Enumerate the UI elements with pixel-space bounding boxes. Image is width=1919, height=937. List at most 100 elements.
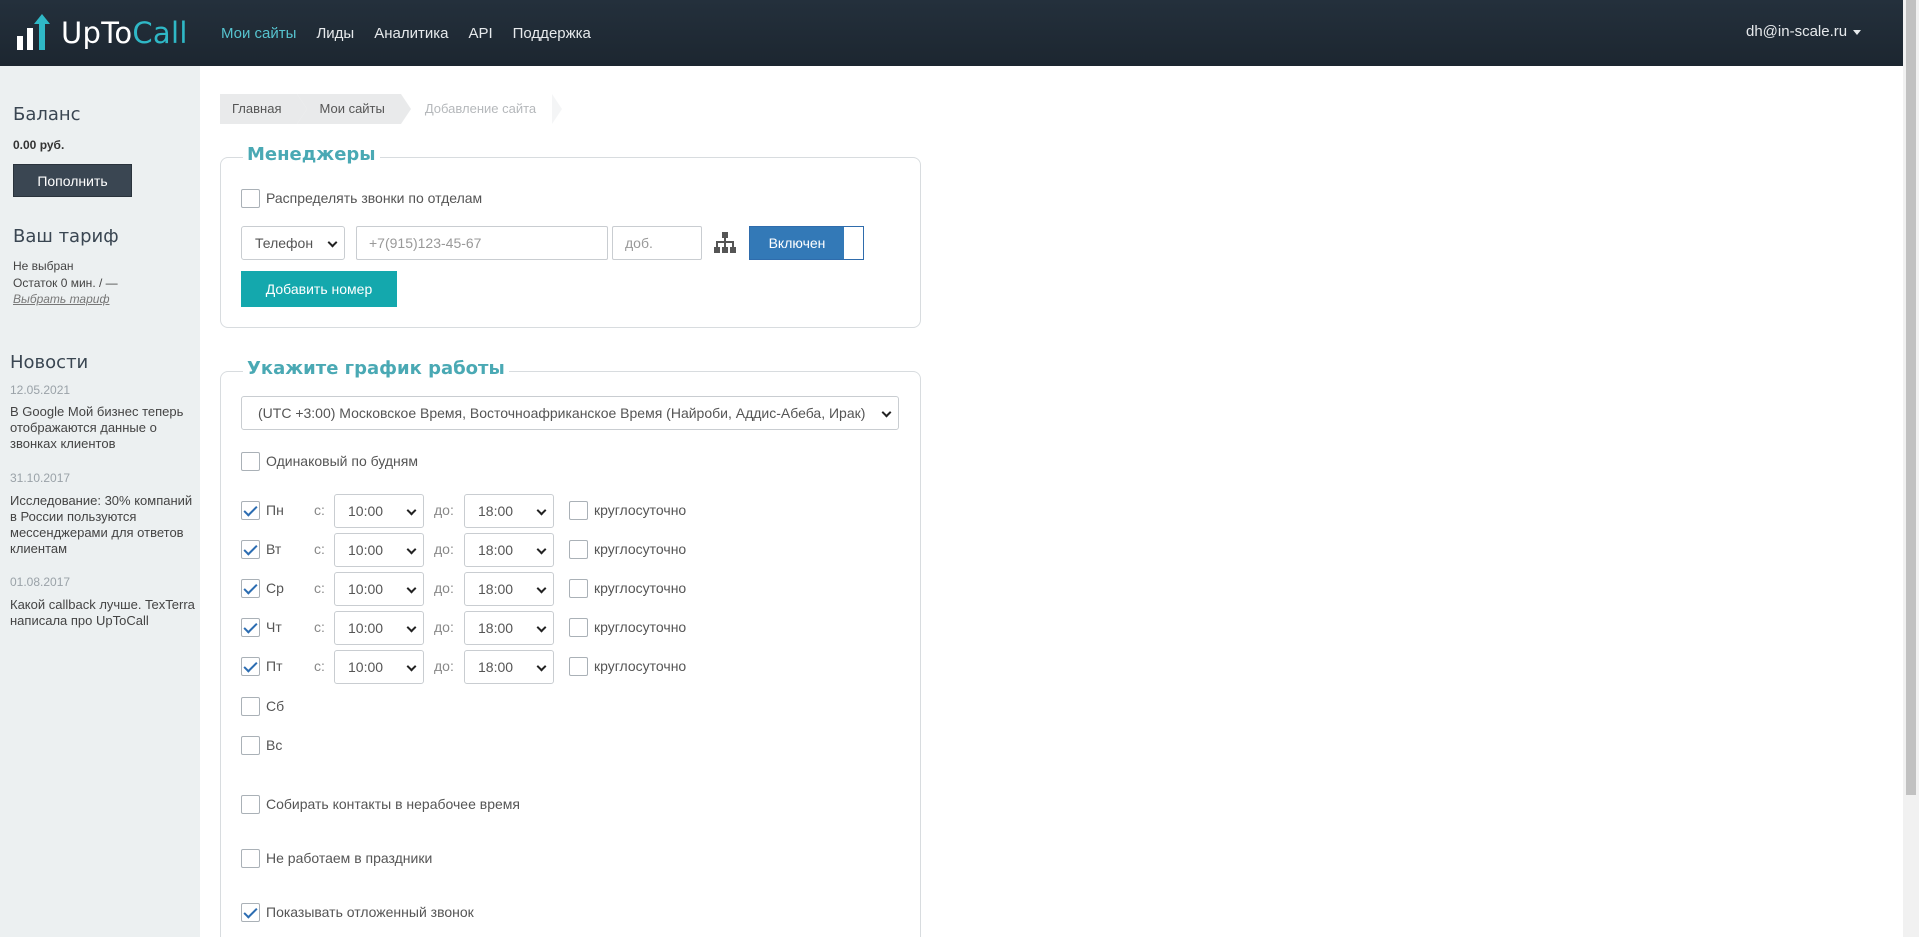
to-time-value: 18:00: [478, 542, 514, 558]
to-time-select[interactable]: 18:00: [464, 572, 554, 606]
phone-input[interactable]: [356, 226, 608, 260]
news-item-link[interactable]: Какой callback лучше. TexTerra написала …: [10, 597, 195, 629]
all-day-checkbox[interactable]: [569, 579, 588, 598]
day-checkbox[interactable]: [241, 501, 260, 520]
from-label: с:: [314, 541, 325, 557]
chevron-down-icon: [881, 407, 892, 418]
to-time-select[interactable]: 18:00: [464, 494, 554, 528]
to-time-value: 18:00: [478, 659, 514, 675]
chevron-down-icon: [406, 583, 417, 594]
tariff-status: Не выбран: [13, 259, 74, 273]
logo[interactable]: UpToCall: [15, 9, 188, 57]
to-time-value: 18:00: [478, 503, 514, 519]
topup-button[interactable]: Пополнить: [13, 164, 132, 197]
day-checkbox[interactable]: [241, 736, 260, 755]
tariff-remaining: Остаток 0 мин. / —: [13, 276, 118, 290]
day-label: Чт: [266, 619, 282, 635]
schedule-title: Укажите график работы: [243, 358, 509, 379]
choose-tariff-link[interactable]: Выбрать тариф: [13, 292, 109, 306]
breadcrumb-current: Добавление сайта: [411, 94, 563, 124]
to-time-value: 18:00: [478, 620, 514, 636]
show-delayed-call-checkbox[interactable]: [241, 903, 260, 922]
top-navbar: UpToCall Мои сайты Лиды Аналитика API По…: [0, 0, 1903, 66]
no-holidays-label: Не работаем в праздники: [266, 850, 433, 866]
to-label: до:: [434, 658, 454, 674]
breadcrumb: Главная Мои сайты Добавление сайта: [220, 94, 563, 124]
day-checkbox[interactable]: [241, 579, 260, 598]
news-item-link[interactable]: Исследование: 30% компаний в России поль…: [10, 493, 195, 557]
scrollbar-thumb[interactable]: [1906, 0, 1916, 795]
extension-input[interactable]: [612, 226, 702, 260]
day-checkbox[interactable]: [241, 657, 260, 676]
chevron-down-icon: [536, 583, 547, 594]
timezone-select[interactable]: (UTC +3:00) Московское Время, Восточноаф…: [241, 396, 899, 430]
chevron-down-icon: [406, 622, 417, 633]
chevron-down-icon: [327, 237, 338, 248]
breadcrumb-home[interactable]: Главная: [220, 94, 309, 124]
chevron-down-icon: [536, 505, 547, 516]
chevron-down-icon: [406, 661, 417, 672]
all-day-label: круглосуточно: [594, 502, 687, 518]
all-day-label: круглосуточно: [594, 619, 687, 635]
add-number-button[interactable]: Добавить номер: [241, 271, 397, 307]
page-scrollbar[interactable]: [1903, 0, 1919, 937]
all-day-label: круглосуточно: [594, 580, 687, 596]
nav-my-sites[interactable]: Мои сайты: [221, 25, 296, 42]
from-time-select[interactable]: 10:00: [334, 611, 424, 645]
all-day-checkbox[interactable]: [569, 657, 588, 676]
same-weekdays-checkbox[interactable]: [241, 452, 260, 471]
from-time-select[interactable]: 10:00: [334, 572, 424, 606]
day-checkbox[interactable]: [241, 618, 260, 637]
day-label: Ср: [266, 580, 284, 596]
from-label: с:: [314, 580, 325, 596]
news-title: Новости: [10, 352, 89, 373]
news-item-link[interactable]: В Google Мой бизнес теперь отображаются …: [10, 404, 195, 452]
manager-enabled-toggle[interactable]: Включен: [749, 226, 864, 260]
timezone-value: (UTC +3:00) Московское Время, Восточноаф…: [258, 405, 866, 421]
no-holidays-checkbox[interactable]: [241, 849, 260, 868]
breadcrumb-my-sites[interactable]: Мои сайты: [297, 94, 412, 124]
from-label: с:: [314, 619, 325, 635]
collect-contacts-label: Собирать контакты в нерабочее время: [266, 796, 520, 812]
all-day-checkbox[interactable]: [569, 540, 588, 559]
user-menu[interactable]: dh@in-scale.ru: [1746, 23, 1862, 40]
toggle-label: Включен: [750, 227, 844, 259]
all-day-checkbox[interactable]: [569, 501, 588, 520]
nav-support[interactable]: Поддержка: [513, 25, 591, 42]
departments-sitemap-icon[interactable]: [713, 231, 737, 255]
all-day-checkbox[interactable]: [569, 618, 588, 637]
day-label: Пн: [266, 502, 284, 518]
day-checkbox[interactable]: [241, 697, 260, 716]
contact-type-select[interactable]: Телефон: [241, 226, 345, 260]
user-email: dh@in-scale.ru: [1746, 23, 1848, 40]
day-checkbox[interactable]: [241, 540, 260, 559]
day-label: Вт: [266, 541, 282, 557]
nav-analytics[interactable]: Аналитика: [374, 25, 448, 42]
chevron-down-icon: [406, 505, 417, 516]
chevron-down-icon: [536, 544, 547, 555]
show-delayed-call-label: Показывать отложенный звонок: [266, 904, 474, 920]
nav-api[interactable]: API: [468, 25, 492, 42]
collect-contacts-checkbox[interactable]: [241, 795, 260, 814]
from-time-value: 10:00: [348, 581, 384, 597]
from-time-select[interactable]: 10:00: [334, 650, 424, 684]
from-time-select[interactable]: 10:00: [334, 494, 424, 528]
to-time-select[interactable]: 18:00: [464, 650, 554, 684]
contact-type-value: Телефон: [255, 235, 314, 251]
distribute-calls-checkbox[interactable]: [241, 189, 260, 208]
from-time-value: 10:00: [348, 542, 384, 558]
distribute-calls-label: Распределять звонки по отделам: [266, 190, 483, 206]
chevron-down-icon: [406, 544, 417, 555]
to-time-select[interactable]: 18:00: [464, 611, 554, 645]
caret-down-icon: [1853, 29, 1862, 35]
from-time-select[interactable]: 10:00: [334, 533, 424, 567]
to-label: до:: [434, 619, 454, 635]
all-day-label: круглосуточно: [594, 541, 687, 557]
to-time-select[interactable]: 18:00: [464, 533, 554, 567]
to-time-value: 18:00: [478, 581, 514, 597]
news-date: 12.05.2021: [10, 383, 71, 397]
to-label: до:: [434, 541, 454, 557]
nav-leads[interactable]: Лиды: [316, 25, 354, 42]
day-label: Вс: [266, 737, 283, 753]
news-date: 01.08.2017: [10, 575, 71, 589]
